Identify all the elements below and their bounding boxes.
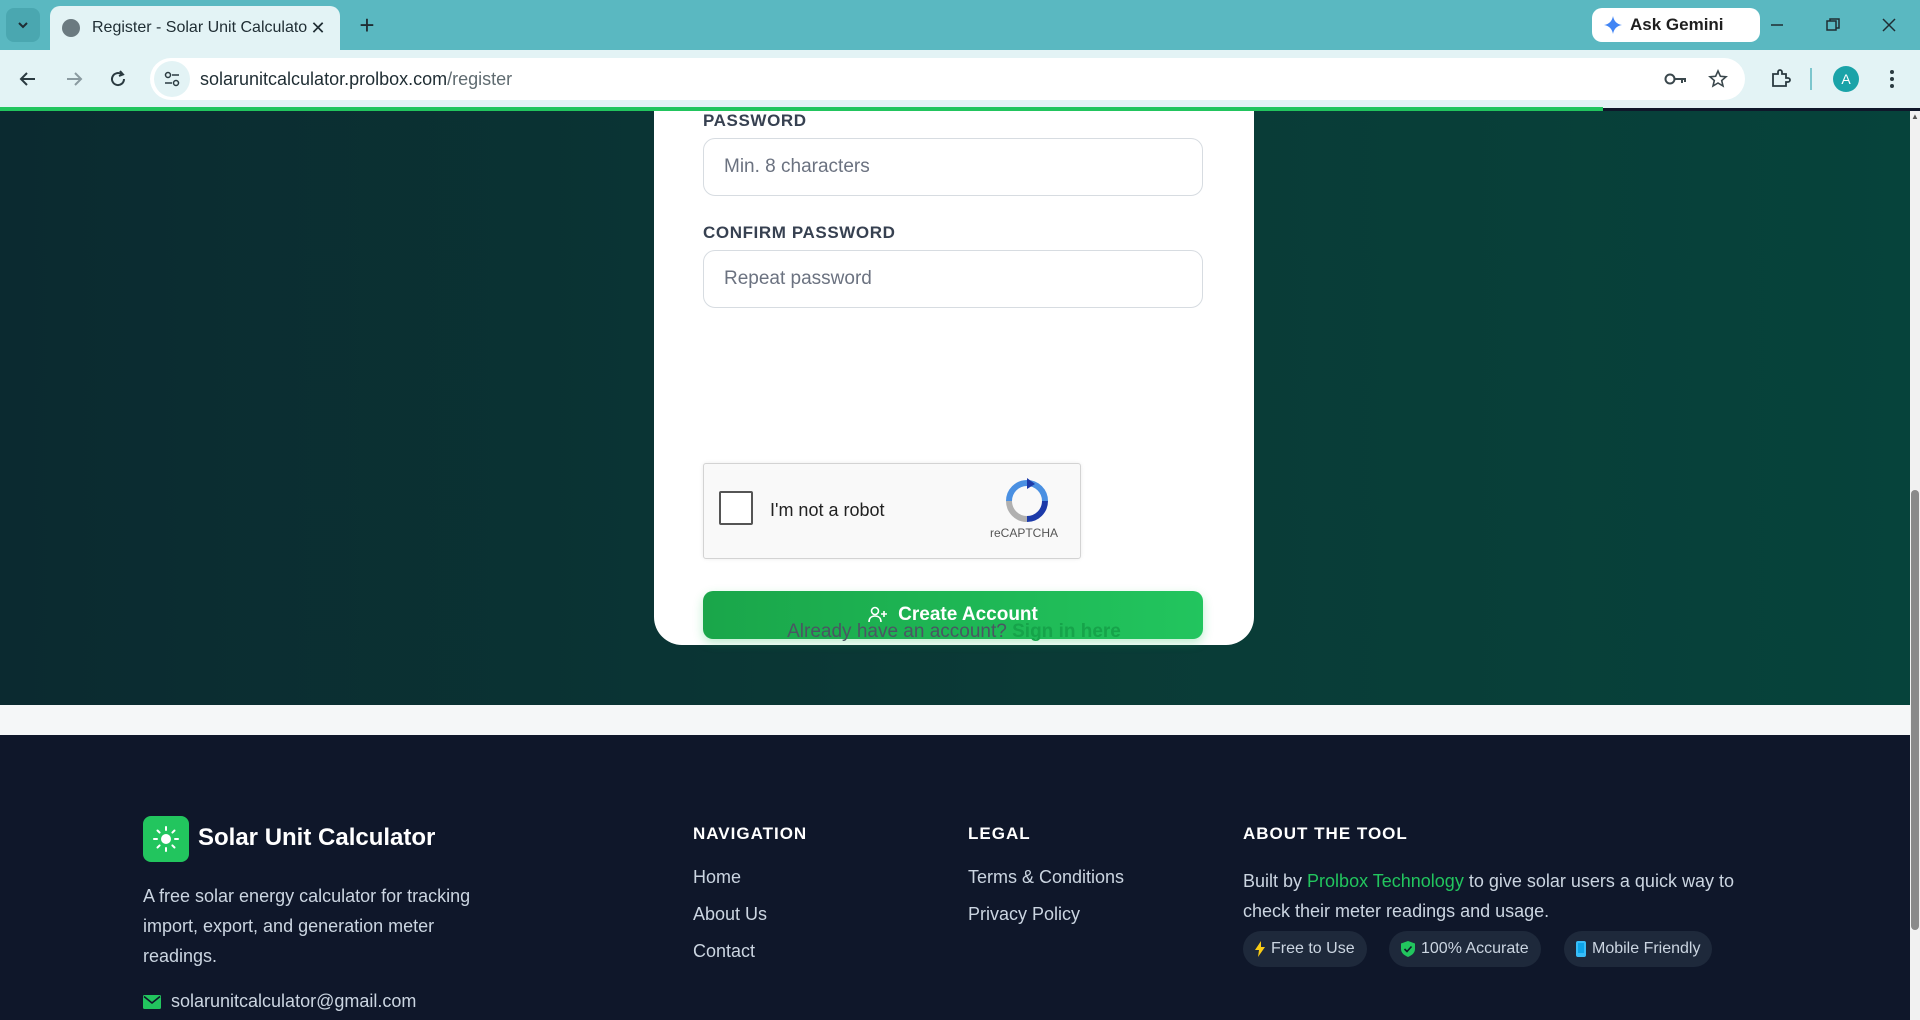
- scrollbar-thumb[interactable]: [1911, 490, 1919, 930]
- prolbox-link[interactable]: Prolbox Technology: [1307, 871, 1464, 891]
- recaptcha-brand: reCAPTCHA: [990, 526, 1059, 540]
- arrow-left-icon: [19, 72, 35, 86]
- menu-button[interactable]: [1874, 61, 1910, 97]
- mail-icon: [143, 994, 161, 1009]
- new-tab-button[interactable]: +: [352, 10, 382, 40]
- password-input[interactable]: [703, 138, 1203, 196]
- badge-mobile-friendly: Mobile Friendly: [1564, 931, 1713, 967]
- url-text[interactable]: solarunitcalculator.prolbox.com/register: [200, 69, 512, 90]
- tab-search-button[interactable]: [6, 8, 40, 42]
- signin-prompt-text: Already have an account?: [787, 621, 1007, 642]
- footer-about-text: Built by Prolbox Technology to give sola…: [1243, 871, 1734, 921]
- browser-tab-bar: Register - Solar Unit Calculator ✕ + Ask…: [0, 0, 1920, 50]
- ask-gemini-button[interactable]: Ask Gemini: [1592, 8, 1760, 42]
- recaptcha-widget: I'm not a robot reCAPTCHA: [703, 463, 1081, 559]
- reload-icon: [111, 70, 126, 87]
- forward-button[interactable]: [56, 61, 92, 97]
- active-tab[interactable]: Register - Solar Unit Calculator ✕: [50, 6, 340, 50]
- tab-title: Register - Solar Unit Calculator: [92, 19, 308, 36]
- scroll-up-arrow-icon[interactable]: ▲: [1910, 111, 1920, 123]
- browser-toolbar: solarunitcalculator.prolbox.com/register…: [0, 50, 1920, 108]
- shield-check-icon: [1401, 941, 1415, 957]
- badge-accurate: 100% Accurate: [1389, 931, 1541, 967]
- recaptcha-logo-icon: [1006, 478, 1048, 522]
- back-button[interactable]: [10, 61, 46, 97]
- confirm-password-input[interactable]: [703, 250, 1203, 308]
- footer-link-privacy[interactable]: Privacy Policy: [968, 904, 1080, 925]
- footer-brand-description: A free solar energy calculator for track…: [143, 886, 471, 966]
- register-card: PASSWORD CONFIRM PASSWORD I'm not a robo…: [654, 111, 1254, 645]
- chevron-down-icon: [18, 22, 28, 29]
- footer-about-heading: ABOUT THE TOOL: [1243, 824, 1408, 843]
- minimize-button[interactable]: [1749, 0, 1805, 50]
- close-window-button[interactable]: [1861, 0, 1917, 50]
- profile-avatar[interactable]: A: [1833, 66, 1859, 92]
- confirm-password-label: CONFIRM PASSWORD: [703, 223, 896, 242]
- footer-link-about-us[interactable]: About Us: [693, 904, 767, 925]
- lightning-icon: [1255, 941, 1265, 957]
- footer-link-terms[interactable]: Terms & Conditions: [968, 867, 1124, 888]
- footer-link-contact[interactable]: Contact: [693, 941, 755, 962]
- reload-button[interactable]: [100, 61, 136, 97]
- tune-icon: [164, 71, 180, 87]
- minimize-icon: [1771, 24, 1783, 26]
- extensions-button[interactable]: [1762, 61, 1798, 97]
- address-bar[interactable]: solarunitcalculator.prolbox.com/register: [150, 58, 1745, 100]
- footer-email-text: solarunitcalculator@gmail.com: [171, 991, 417, 1011]
- signin-link[interactable]: Sign in here: [1012, 621, 1121, 642]
- site-info-icon[interactable]: [154, 61, 190, 97]
- close-icon: [1882, 18, 1896, 32]
- gemini-label: Ask Gemini: [1630, 15, 1724, 34]
- signin-prompt: Already have an account? Sign in here: [654, 621, 1254, 643]
- recaptcha-checkbox[interactable]: [719, 491, 753, 525]
- footer-email[interactable]: solarunitcalculator@gmail.com: [143, 991, 416, 1012]
- footer-brand-name[interactable]: Solar Unit Calculator: [198, 824, 435, 852]
- section-divider: [0, 705, 1910, 735]
- arrow-right-icon: [67, 72, 83, 86]
- restore-button[interactable]: [1805, 0, 1861, 50]
- footer-navigation-heading: NAVIGATION: [693, 824, 808, 843]
- gemini-sparkle-icon: [1604, 16, 1622, 34]
- register-hero: PASSWORD CONFIRM PASSWORD I'm not a robo…: [0, 111, 1910, 705]
- puzzle-icon: [1772, 69, 1791, 87]
- divider: [1736, 14, 1738, 36]
- password-label: PASSWORD: [703, 111, 807, 130]
- site-footer: Solar Unit Calculator A free solar energ…: [0, 735, 1910, 1020]
- footer-legal-heading: LEGAL: [968, 824, 1031, 843]
- badge-free-to-use: Free to Use: [1243, 931, 1367, 967]
- kebab-menu-icon: [1890, 70, 1894, 88]
- sun-logo-icon[interactable]: [143, 816, 189, 862]
- divider: [1810, 68, 1812, 90]
- restore-icon: [1826, 18, 1840, 31]
- mobile-phone-icon: [1576, 941, 1586, 957]
- page-viewport: PASSWORD CONFIRM PASSWORD I'm not a robo…: [0, 111, 1910, 1020]
- close-icon[interactable]: ✕: [308, 18, 328, 39]
- recaptcha-label: I'm not a robot: [770, 500, 885, 520]
- bookmark-star-icon[interactable]: [1700, 61, 1736, 97]
- globe-icon: [62, 19, 80, 37]
- footer-link-home[interactable]: Home: [693, 867, 741, 888]
- key-icon[interactable]: [1658, 61, 1694, 97]
